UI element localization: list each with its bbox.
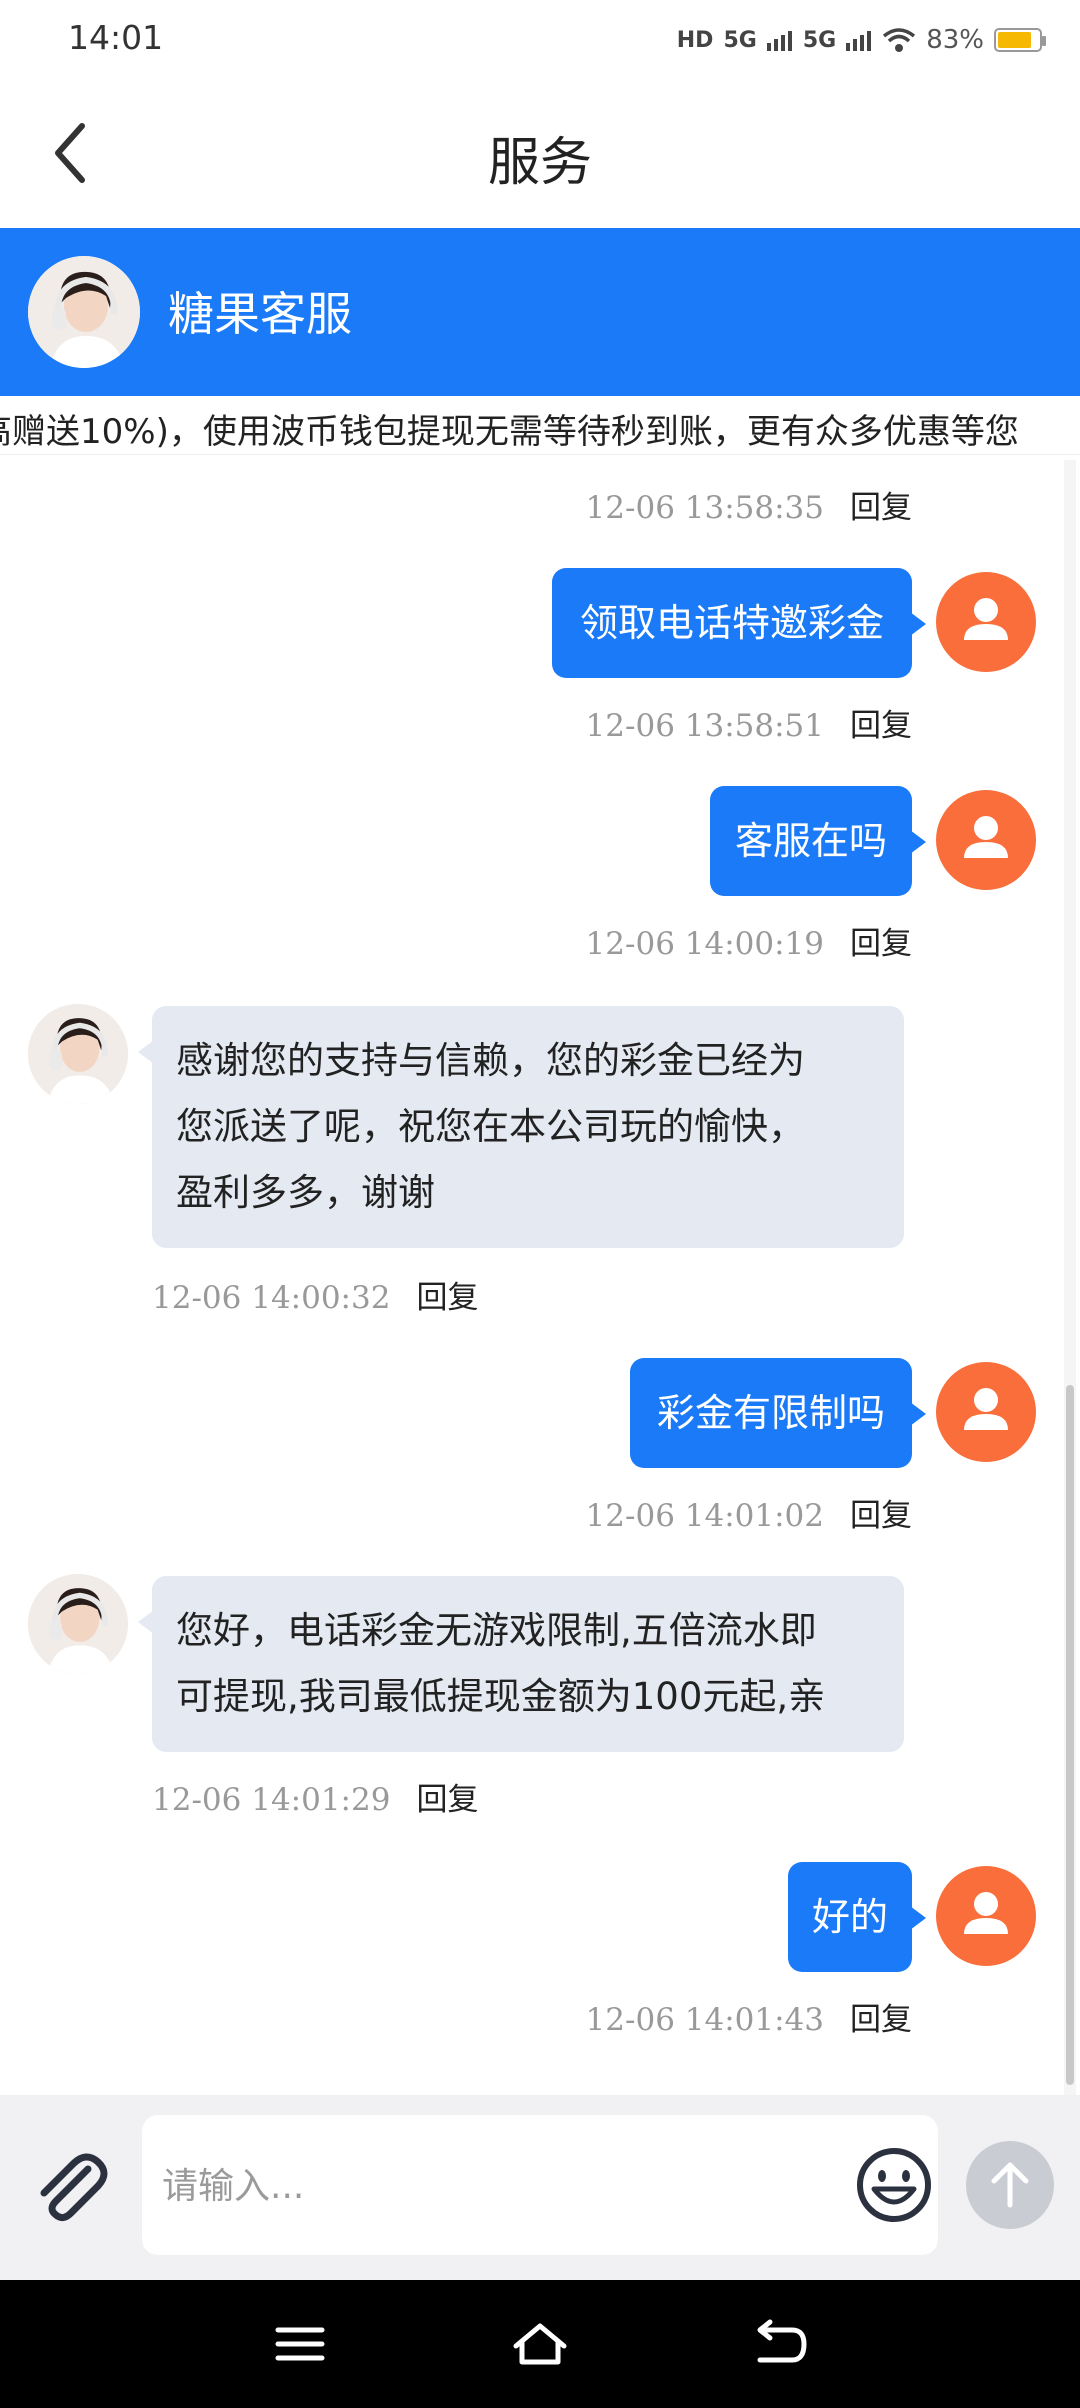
- message-timestamp: 12-06 14:00:32: [152, 1280, 391, 1316]
- reply-link[interactable]: 回复: [850, 708, 912, 744]
- message-line: 感谢您的支持与信赖，您的彩金已经为: [176, 1039, 805, 1082]
- message-meta: 12-06 14:01:02 回复: [586, 1490, 912, 1535]
- status-icons: HD 5G 5G 83%: [676, 20, 1046, 60]
- outgoing-message[interactable]: 客服在吗: [710, 786, 926, 896]
- message-line: 您好，电话彩金无游戏限制,五倍流水即: [176, 1609, 817, 1652]
- signal-5g-1: 5G: [723, 27, 757, 53]
- message-input-box[interactable]: [142, 2115, 938, 2257]
- message-line: 您派送了呢，祝您在本公司玩的愉快，: [176, 1105, 805, 1148]
- signal-bars-icon: [846, 31, 872, 51]
- user-avatar: [936, 790, 1036, 890]
- message-timestamp: 12-06 13:58:35: [585, 490, 824, 526]
- notice-text: 高赠送10%)，使用波币钱包提现无需等待秒到账，更有众多优惠等您: [0, 412, 1019, 452]
- reply-link[interactable]: 回复: [416, 1782, 478, 1818]
- user-avatar: [936, 1362, 1036, 1462]
- message-timestamp: 12-06 14:00:19: [585, 926, 824, 962]
- system-nav-bar: [0, 2280, 1080, 2408]
- menu-icon: [275, 2327, 325, 2361]
- message-meta: 12-06 14:00:19 回复: [586, 918, 912, 963]
- message-meta: 12-06 13:58:51 回复: [586, 700, 912, 745]
- message-input[interactable]: [160, 2115, 844, 2257]
- status-bar: 14:01 HD 5G 5G 83%: [0, 0, 1080, 80]
- message-meta: 12-06 14:01:29 回复: [152, 1774, 478, 1819]
- agent-name: 糖果客服: [168, 287, 352, 341]
- incoming-message[interactable]: 感谢您的支持与信赖，您的彩金已经为 您派送了呢，祝您在本公司玩的愉快， 盈利多多，谢…: [138, 1006, 904, 1248]
- message-timestamp: 12-06 14:01:29: [152, 1782, 391, 1818]
- battery-percent: 83%: [926, 25, 984, 55]
- message-timestamp: 12-06 14:01:02: [585, 1498, 824, 1534]
- wifi-icon: [883, 28, 916, 52]
- hd-badge: HD: [676, 27, 714, 53]
- home-button[interactable]: [510, 2316, 570, 2372]
- back-nav-button[interactable]: [752, 2316, 812, 2372]
- user-avatar: [936, 572, 1036, 672]
- page-title: 服务: [487, 133, 592, 193]
- chat-area[interactable]: 12-06 13:58:35 回复 领取电话特邀彩金 12-06 13:58:51 回复…: [0, 460, 1080, 2095]
- message-meta: 12-06 14:00:32 回复: [152, 1272, 478, 1317]
- notice-marquee: 高赠送10%)，使用波币钱包提现无需等待秒到账，更有众多优惠等您: [0, 396, 1080, 455]
- home-icon: [513, 2323, 567, 2365]
- reply-link[interactable]: 回复: [850, 490, 912, 526]
- arrow-up-icon: [991, 2162, 1029, 2208]
- agent-avatar: [28, 1574, 128, 1674]
- menu-button[interactable]: [270, 2316, 330, 2372]
- agent-banner: 糖果客服: [0, 228, 1080, 396]
- agent-avatar: [28, 1004, 128, 1104]
- signal-bars-icon: [766, 31, 792, 51]
- attach-button[interactable]: [30, 2147, 110, 2227]
- paperclip-icon: [40, 2153, 108, 2222]
- reply-link[interactable]: 回复: [850, 2002, 912, 2038]
- agent-avatar: [28, 256, 140, 368]
- status-time: 14:01: [68, 18, 164, 57]
- message-line: 可提现,我司最低提现金额为100元起,亲: [176, 1675, 826, 1718]
- message-line: 盈利多多，谢谢: [176, 1171, 435, 1214]
- message-meta: 12-06 13:58:35 回复: [586, 482, 912, 527]
- input-bar: [0, 2095, 1080, 2280]
- incoming-message[interactable]: 您好，电话彩金无游戏限制,五倍流水即 可提现,我司最低提现金额为100元起,亲: [138, 1576, 904, 1752]
- message-timestamp: 12-06 13:58:51: [585, 708, 824, 744]
- emoji-button[interactable]: [854, 2145, 934, 2225]
- battery-icon: [994, 28, 1046, 52]
- outgoing-message[interactable]: 好的: [788, 1862, 926, 1972]
- signal-5g-2: 5G: [802, 27, 837, 53]
- outgoing-message[interactable]: 领取电话特邀彩金: [552, 568, 926, 678]
- reply-link[interactable]: 回复: [850, 1498, 912, 1534]
- message-timestamp: 12-06 14:01:43: [585, 2002, 824, 2038]
- send-button[interactable]: [966, 2141, 1054, 2229]
- outgoing-message[interactable]: 彩金有限制吗: [630, 1358, 926, 1468]
- message-meta: 12-06 14:01:43 回复: [586, 1994, 912, 2039]
- reply-link[interactable]: 回复: [416, 1280, 478, 1316]
- battery-level: [998, 32, 1031, 48]
- chat-scrollbar-thumb[interactable]: [1066, 1385, 1074, 2085]
- return-icon: [757, 2319, 807, 2363]
- header: 服务: [0, 80, 1080, 228]
- smiley-icon: [857, 2148, 931, 2222]
- reply-link[interactable]: 回复: [850, 926, 912, 962]
- user-avatar: [936, 1866, 1036, 1966]
